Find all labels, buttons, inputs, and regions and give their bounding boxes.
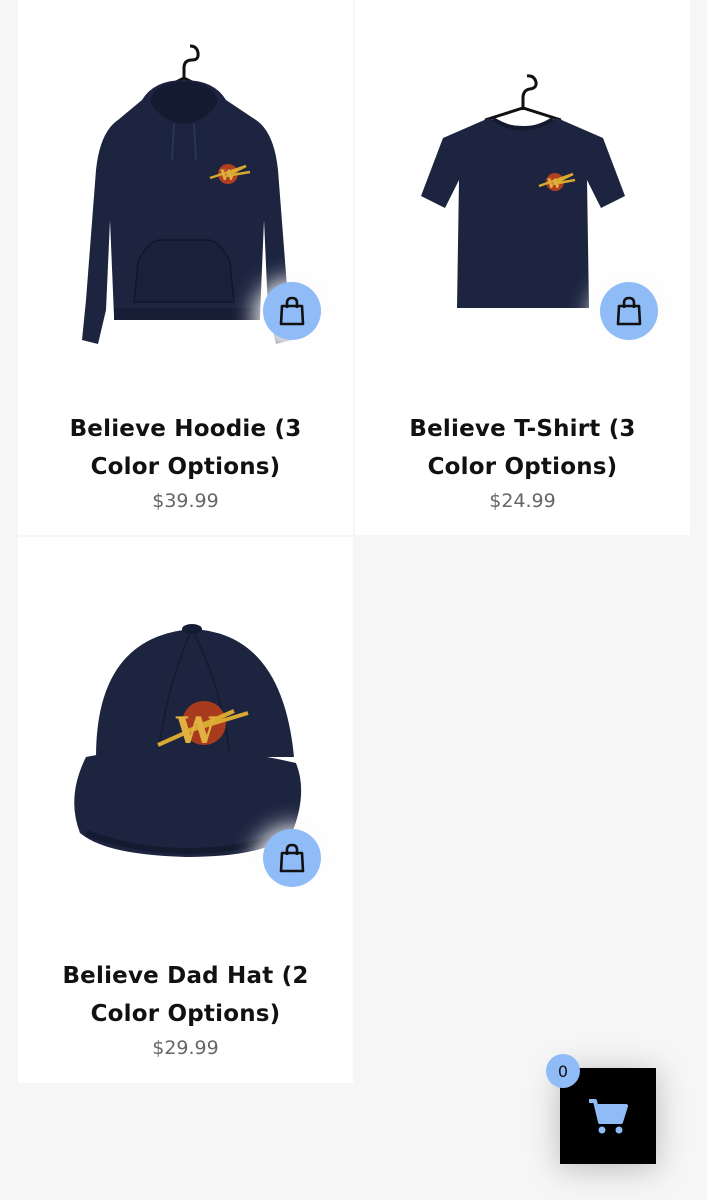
product-image-hat[interactable]: W xyxy=(18,607,353,937)
add-to-cart-button[interactable] xyxy=(263,282,321,340)
svg-text:W: W xyxy=(546,177,562,192)
hat-image: W xyxy=(73,624,301,857)
product-title[interactable]: Believe T-Shirt (3 Color Options) xyxy=(375,410,670,486)
product-card-hoodie[interactable]: W Believe Hoodie (3 Color Options) $39.9… xyxy=(18,0,353,535)
shopping-bag-icon xyxy=(279,843,305,873)
product-title[interactable]: Believe Hoodie (3 Color Options) xyxy=(38,410,333,486)
product-price: $39.99 xyxy=(152,490,219,512)
svg-text:W: W xyxy=(175,710,217,752)
shopping-cart-icon xyxy=(589,1099,628,1134)
add-to-cart-button[interactable] xyxy=(263,829,321,887)
product-card-hat[interactable]: W Believe Dad Hat (2 Color Options) $29.… xyxy=(18,537,353,1083)
svg-text:W: W xyxy=(219,168,236,184)
add-to-cart-button[interactable] xyxy=(600,282,658,340)
shopping-bag-icon xyxy=(279,296,305,326)
product-price: $24.99 xyxy=(489,490,556,512)
cart-count-badge: 0 xyxy=(546,1054,580,1088)
product-card-tshirt[interactable]: W Believe T-Shirt (3 Color Options) $24.… xyxy=(355,0,690,535)
product-title[interactable]: Believe Dad Hat (2 Color Options) xyxy=(38,957,333,1033)
shopping-bag-icon xyxy=(616,296,642,326)
product-price: $29.99 xyxy=(152,1037,219,1059)
